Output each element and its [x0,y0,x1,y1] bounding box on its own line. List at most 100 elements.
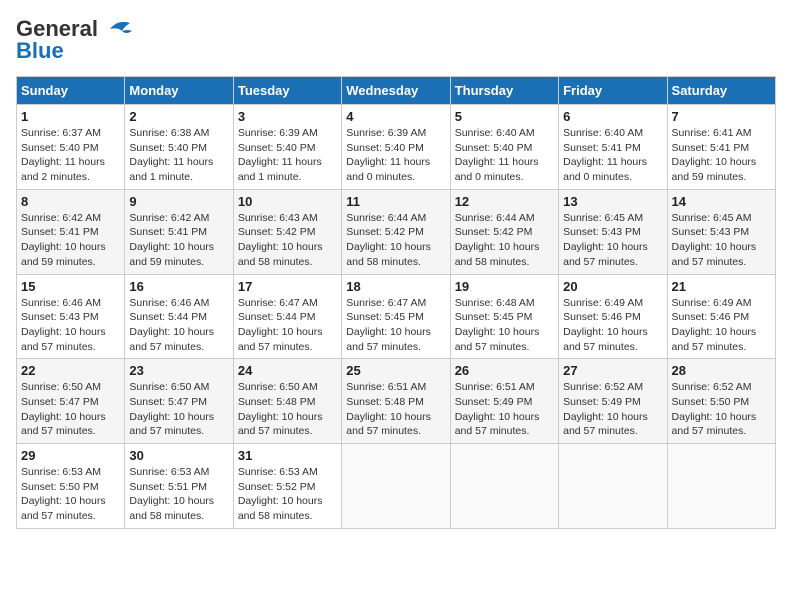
day-number: 12 [455,194,554,209]
day-header-friday: Friday [559,77,667,105]
day-info: Sunrise: 6:42 AMSunset: 5:41 PMDaylight:… [21,211,120,270]
calendar-cell: 3 Sunrise: 6:39 AMSunset: 5:40 PMDayligh… [233,105,341,190]
day-number: 25 [346,363,445,378]
day-number: 14 [672,194,771,209]
calendar-cell: 29 Sunrise: 6:53 AMSunset: 5:50 PMDaylig… [17,444,125,529]
day-info: Sunrise: 6:49 AMSunset: 5:46 PMDaylight:… [672,296,771,355]
day-info: Sunrise: 6:38 AMSunset: 5:40 PMDaylight:… [129,126,228,185]
day-info: Sunrise: 6:43 AMSunset: 5:42 PMDaylight:… [238,211,337,270]
day-number: 24 [238,363,337,378]
logo-bird-icon [102,19,134,39]
day-info: Sunrise: 6:39 AMSunset: 5:40 PMDaylight:… [346,126,445,185]
calendar-cell: 2 Sunrise: 6:38 AMSunset: 5:40 PMDayligh… [125,105,233,190]
day-info: Sunrise: 6:45 AMSunset: 5:43 PMDaylight:… [672,211,771,270]
calendar-table: SundayMondayTuesdayWednesdayThursdayFrid… [16,76,776,529]
calendar-cell: 25 Sunrise: 6:51 AMSunset: 5:48 PMDaylig… [342,359,450,444]
calendar-cell: 17 Sunrise: 6:47 AMSunset: 5:44 PMDaylig… [233,274,341,359]
day-number: 7 [672,109,771,124]
calendar-week-4: 22 Sunrise: 6:50 AMSunset: 5:47 PMDaylig… [17,359,776,444]
calendar-cell [667,444,775,529]
day-info: Sunrise: 6:44 AMSunset: 5:42 PMDaylight:… [346,211,445,270]
day-info: Sunrise: 6:50 AMSunset: 5:48 PMDaylight:… [238,380,337,439]
calendar-cell: 19 Sunrise: 6:48 AMSunset: 5:45 PMDaylig… [450,274,558,359]
calendar-week-3: 15 Sunrise: 6:46 AMSunset: 5:43 PMDaylig… [17,274,776,359]
calendar-cell: 23 Sunrise: 6:50 AMSunset: 5:47 PMDaylig… [125,359,233,444]
day-header-monday: Monday [125,77,233,105]
day-info: Sunrise: 6:47 AMSunset: 5:44 PMDaylight:… [238,296,337,355]
day-info: Sunrise: 6:44 AMSunset: 5:42 PMDaylight:… [455,211,554,270]
day-number: 9 [129,194,228,209]
day-number: 22 [21,363,120,378]
calendar-cell: 22 Sunrise: 6:50 AMSunset: 5:47 PMDaylig… [17,359,125,444]
logo-text-blue: Blue [16,38,64,64]
day-number: 1 [21,109,120,124]
day-number: 2 [129,109,228,124]
day-number: 4 [346,109,445,124]
day-info: Sunrise: 6:52 AMSunset: 5:49 PMDaylight:… [563,380,662,439]
day-info: Sunrise: 6:47 AMSunset: 5:45 PMDaylight:… [346,296,445,355]
day-info: Sunrise: 6:48 AMSunset: 5:45 PMDaylight:… [455,296,554,355]
day-number: 29 [21,448,120,463]
day-number: 10 [238,194,337,209]
calendar-cell: 18 Sunrise: 6:47 AMSunset: 5:45 PMDaylig… [342,274,450,359]
day-info: Sunrise: 6:49 AMSunset: 5:46 PMDaylight:… [563,296,662,355]
calendar-cell: 20 Sunrise: 6:49 AMSunset: 5:46 PMDaylig… [559,274,667,359]
day-number: 18 [346,279,445,294]
day-number: 28 [672,363,771,378]
calendar-cell: 28 Sunrise: 6:52 AMSunset: 5:50 PMDaylig… [667,359,775,444]
calendar-cell [450,444,558,529]
day-number: 5 [455,109,554,124]
day-info: Sunrise: 6:46 AMSunset: 5:44 PMDaylight:… [129,296,228,355]
day-number: 31 [238,448,337,463]
day-number: 21 [672,279,771,294]
day-number: 8 [21,194,120,209]
calendar-cell: 30 Sunrise: 6:53 AMSunset: 5:51 PMDaylig… [125,444,233,529]
day-header-tuesday: Tuesday [233,77,341,105]
calendar-cell: 31 Sunrise: 6:53 AMSunset: 5:52 PMDaylig… [233,444,341,529]
logo: General Blue [16,16,134,64]
day-number: 17 [238,279,337,294]
calendar-cell: 4 Sunrise: 6:39 AMSunset: 5:40 PMDayligh… [342,105,450,190]
calendar-header-row: SundayMondayTuesdayWednesdayThursdayFrid… [17,77,776,105]
day-header-sunday: Sunday [17,77,125,105]
calendar-cell: 8 Sunrise: 6:42 AMSunset: 5:41 PMDayligh… [17,189,125,274]
day-info: Sunrise: 6:53 AMSunset: 5:51 PMDaylight:… [129,465,228,524]
day-info: Sunrise: 6:53 AMSunset: 5:50 PMDaylight:… [21,465,120,524]
calendar-cell: 21 Sunrise: 6:49 AMSunset: 5:46 PMDaylig… [667,274,775,359]
day-info: Sunrise: 6:53 AMSunset: 5:52 PMDaylight:… [238,465,337,524]
calendar-cell: 6 Sunrise: 6:40 AMSunset: 5:41 PMDayligh… [559,105,667,190]
day-info: Sunrise: 6:45 AMSunset: 5:43 PMDaylight:… [563,211,662,270]
calendar-cell: 26 Sunrise: 6:51 AMSunset: 5:49 PMDaylig… [450,359,558,444]
calendar-cell: 14 Sunrise: 6:45 AMSunset: 5:43 PMDaylig… [667,189,775,274]
day-header-wednesday: Wednesday [342,77,450,105]
day-info: Sunrise: 6:52 AMSunset: 5:50 PMDaylight:… [672,380,771,439]
day-number: 30 [129,448,228,463]
day-header-thursday: Thursday [450,77,558,105]
day-number: 13 [563,194,662,209]
day-info: Sunrise: 6:46 AMSunset: 5:43 PMDaylight:… [21,296,120,355]
calendar-week-5: 29 Sunrise: 6:53 AMSunset: 5:50 PMDaylig… [17,444,776,529]
day-info: Sunrise: 6:40 AMSunset: 5:40 PMDaylight:… [455,126,554,185]
day-info: Sunrise: 6:37 AMSunset: 5:40 PMDaylight:… [21,126,120,185]
calendar-cell: 5 Sunrise: 6:40 AMSunset: 5:40 PMDayligh… [450,105,558,190]
calendar-week-1: 1 Sunrise: 6:37 AMSunset: 5:40 PMDayligh… [17,105,776,190]
day-info: Sunrise: 6:50 AMSunset: 5:47 PMDaylight:… [21,380,120,439]
day-info: Sunrise: 6:51 AMSunset: 5:49 PMDaylight:… [455,380,554,439]
calendar-cell: 7 Sunrise: 6:41 AMSunset: 5:41 PMDayligh… [667,105,775,190]
day-number: 23 [129,363,228,378]
calendar-cell [559,444,667,529]
day-number: 20 [563,279,662,294]
day-number: 3 [238,109,337,124]
page-header: General Blue [16,16,776,64]
calendar-cell: 10 Sunrise: 6:43 AMSunset: 5:42 PMDaylig… [233,189,341,274]
day-info: Sunrise: 6:51 AMSunset: 5:48 PMDaylight:… [346,380,445,439]
day-number: 11 [346,194,445,209]
calendar-cell: 12 Sunrise: 6:44 AMSunset: 5:42 PMDaylig… [450,189,558,274]
calendar-body: 1 Sunrise: 6:37 AMSunset: 5:40 PMDayligh… [17,105,776,529]
day-info: Sunrise: 6:41 AMSunset: 5:41 PMDaylight:… [672,126,771,185]
day-number: 26 [455,363,554,378]
calendar-week-2: 8 Sunrise: 6:42 AMSunset: 5:41 PMDayligh… [17,189,776,274]
calendar-cell: 27 Sunrise: 6:52 AMSunset: 5:49 PMDaylig… [559,359,667,444]
calendar-cell: 11 Sunrise: 6:44 AMSunset: 5:42 PMDaylig… [342,189,450,274]
day-number: 16 [129,279,228,294]
